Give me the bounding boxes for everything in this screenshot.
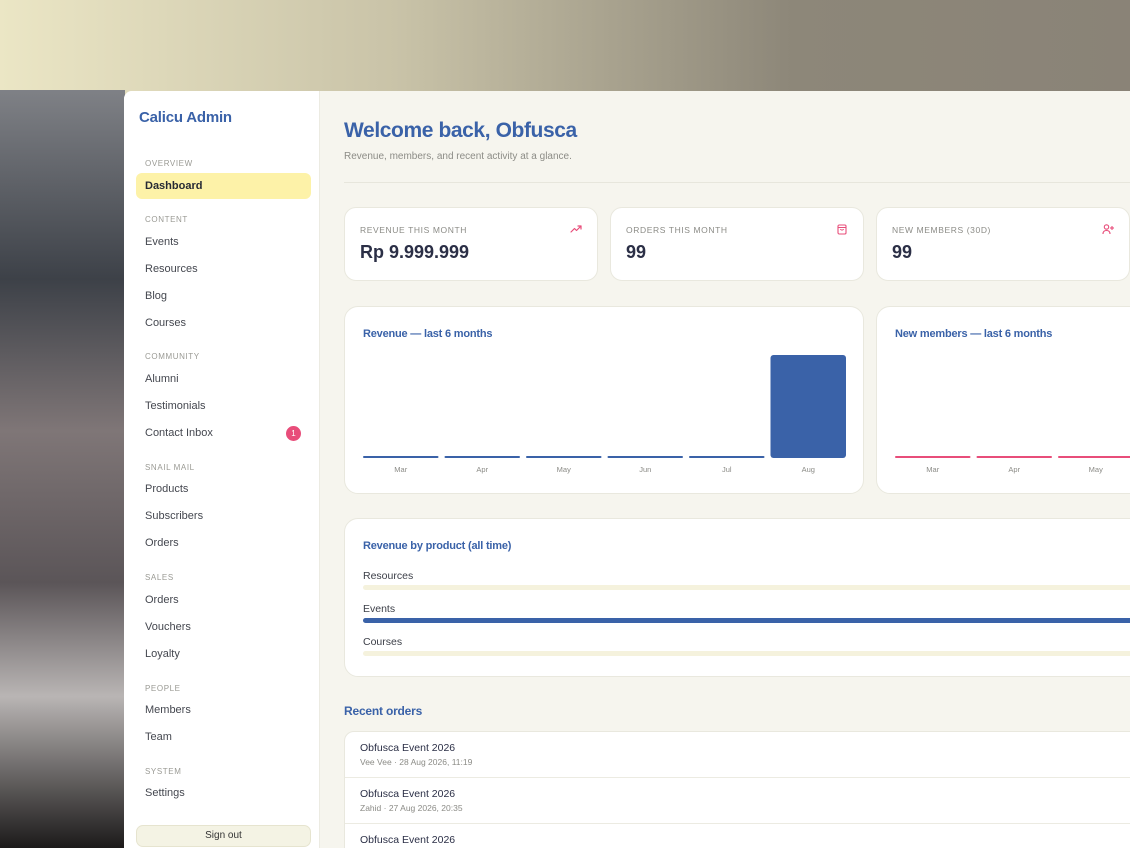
revenue-chart: Mar Apr May Jun Jul Aug <box>363 355 846 474</box>
sidebar-item-label: Contact Inbox <box>145 427 213 439</box>
bar-jul <box>689 456 765 458</box>
recent-orders-list: Obfusca Event 2026 Vee Vee · 28 Aug 2026… <box>344 731 1130 848</box>
bar-jun <box>607 456 683 458</box>
stat-label: REVENUE THIS MONTH <box>360 225 467 235</box>
section-label-people: PEOPLE <box>145 684 181 693</box>
tick-label-mar: Mar <box>394 465 407 474</box>
section-label-overview: OVERVIEW <box>145 159 193 168</box>
section-label-snail-mail: SNAIL MAIL <box>145 463 195 472</box>
bar-mar <box>363 456 439 458</box>
stat-card-new-members: NEW MEMBERS (30D) 99 <box>876 207 1130 281</box>
sign-out-button[interactable]: Sign out <box>136 825 311 847</box>
sidebar-item-resources[interactable]: Resources <box>136 256 311 282</box>
order-meta: Vee Vee · 28 Aug 2026, 11:19 <box>360 757 473 767</box>
sidebar-item-subscribers[interactable]: Subscribers <box>136 503 311 529</box>
members-chart-card: New members — last 6 months Mar Apr May <box>876 306 1130 494</box>
bar-may <box>1058 456 1130 458</box>
page-title: Welcome back, Obfusca <box>344 119 577 142</box>
product-label-courses: Courses <box>363 636 403 648</box>
main-content: Welcome back, Obfusca Revenue, members, … <box>320 91 1130 848</box>
bar-mar <box>895 456 971 458</box>
sidebar-item-members[interactable]: Members <box>136 697 311 723</box>
stat-value: 99 <box>626 242 647 262</box>
sidebar-item-snail-orders[interactable]: Orders <box>136 530 311 556</box>
stat-label: ORDERS THIS MONTH <box>626 225 728 235</box>
order-name: Obfusca Event 2026 <box>360 788 456 800</box>
sidebar-item-contact-inbox[interactable]: Contact Inbox 1 <box>136 420 311 446</box>
brand-logo[interactable]: Calicu Admin <box>139 109 232 126</box>
product-bar-courses <box>363 651 1130 656</box>
shopping-bag-icon <box>837 224 847 235</box>
unread-badge: 1 <box>286 426 301 441</box>
tick-label-may: May <box>1089 465 1103 474</box>
sidebar-item-dashboard[interactable]: Dashboard <box>136 173 311 199</box>
sidebar-item-alumni[interactable]: Alumni <box>136 366 311 392</box>
product-bar-events <box>363 618 1130 623</box>
app-window: Calicu Admin OVERVIEW Dashboard CONTENT … <box>124 91 1130 848</box>
tick-label-aug: Aug <box>802 465 815 474</box>
bar-may <box>526 456 602 458</box>
order-name: Obfusca Event 2026 <box>360 742 456 754</box>
tick-label-may: May <box>557 465 571 474</box>
revenue-chart-card: Revenue — last 6 months Mar Apr May Jun Jul A… <box>344 306 864 494</box>
section-label-community: COMMUNITY <box>145 352 200 361</box>
list-item[interactable]: Obfusca Event 2026 Zahid · 27 Aug 2026, … <box>345 778 1130 824</box>
bar-apr <box>444 456 520 458</box>
stat-label: NEW MEMBERS (30D) <box>892 225 991 235</box>
bar-aug <box>770 355 846 458</box>
user-plus-icon <box>1102 224 1114 235</box>
sidebar-item-team[interactable]: Team <box>136 724 311 750</box>
stat-value: 99 <box>892 242 913 262</box>
order-meta: Zahid · 27 Aug 2026, 20:35 <box>360 803 463 813</box>
trending-up-icon <box>570 225 582 233</box>
tick-label-jun: Jun <box>639 465 651 474</box>
sidebar-item-vouchers[interactable]: Vouchers <box>136 614 311 640</box>
sidebar-item-courses[interactable]: Courses <box>136 310 311 336</box>
sidebar-item-settings[interactable]: Settings <box>136 780 311 806</box>
chart-title: Revenue by product (all time) <box>363 540 512 552</box>
sidebar-item-sales-orders[interactable]: Orders <box>136 587 311 613</box>
product-label-resources: Resources <box>363 570 414 582</box>
stat-card-orders: ORDERS THIS MONTH 99 <box>610 207 864 281</box>
product-label-events: Events <box>363 603 396 615</box>
product-bar-fill <box>363 618 1130 623</box>
sidebar: Calicu Admin OVERVIEW Dashboard CONTENT … <box>124 91 320 848</box>
stat-card-revenue: REVENUE THIS MONTH Rp 9.999.999 <box>344 207 598 281</box>
sidebar-item-products[interactable]: Products <box>136 476 311 502</box>
sidebar-item-loyalty[interactable]: Loyalty <box>136 641 311 667</box>
revenue-by-product-card: Revenue by product (all time) Resources … <box>344 518 1130 677</box>
divider <box>344 182 1130 183</box>
section-label-sales: SALES <box>145 573 174 582</box>
sidebar-item-testimonials[interactable]: Testimonials <box>136 393 311 419</box>
bar-apr <box>976 456 1052 458</box>
recent-orders-title: Recent orders <box>344 704 423 718</box>
list-item[interactable]: Obfusca Event 2026 <box>345 824 1130 848</box>
product-bar-resources <box>363 585 1130 590</box>
sidebar-item-events[interactable]: Events <box>136 229 311 255</box>
members-chart: Mar Apr May <box>895 456 1130 474</box>
page-subtitle: Revenue, members, and recent activity at… <box>344 151 572 162</box>
tick-label-apr: Apr <box>1008 465 1020 474</box>
tick-label-jul: Jul <box>722 465 732 474</box>
tick-label-apr: Apr <box>476 465 488 474</box>
sidebar-item-blog[interactable]: Blog <box>136 283 311 309</box>
section-label-system: SYSTEM <box>145 767 182 776</box>
list-item[interactable]: Obfusca Event 2026 Vee Vee · 28 Aug 2026… <box>345 732 1130 778</box>
section-label-content: CONTENT <box>145 215 188 224</box>
tick-label-mar: Mar <box>926 465 939 474</box>
order-name: Obfusca Event 2026 <box>360 834 456 846</box>
stat-value: Rp 9.999.999 <box>360 242 470 262</box>
